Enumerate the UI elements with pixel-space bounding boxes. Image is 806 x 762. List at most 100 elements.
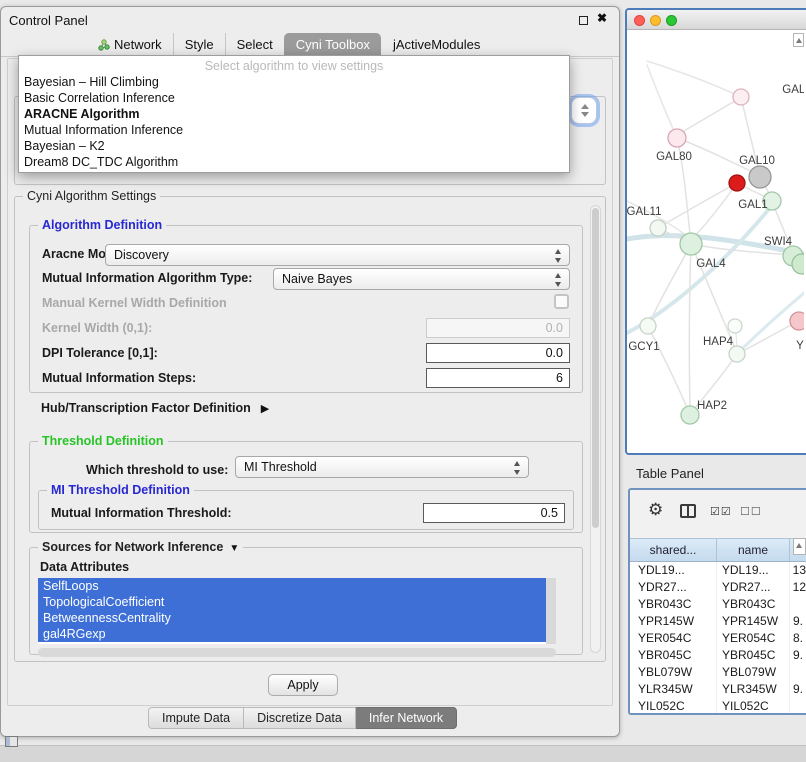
tab-network[interactable]: Network [87, 33, 173, 56]
apply-button[interactable]: Apply [268, 674, 338, 696]
settings-scrollbar[interactable] [590, 205, 601, 653]
minimize-traffic-light[interactable] [650, 15, 661, 26]
dock-panel-icon[interactable] [5, 736, 18, 747]
data-attributes-listbox[interactable]: SelfLoopsTopologicalCoefficientBetweenne… [38, 578, 556, 644]
table-row[interactable]: YER054CYER054C8. [630, 630, 806, 647]
table-cell: YER054C [630, 630, 717, 647]
network-window-titlebar[interactable] [627, 10, 806, 30]
table-row[interactable]: YBL079WYBL079W [630, 664, 806, 681]
network-node[interactable] [733, 89, 749, 105]
mi-threshold-input[interactable] [423, 503, 565, 523]
attribute-selfloops[interactable]: SelfLoops [38, 578, 546, 594]
minimize-icon[interactable] [579, 16, 588, 25]
bottom-tab-impute-data[interactable]: Impute Data [148, 707, 244, 729]
column-chooser-icon[interactable] [680, 504, 696, 518]
dock-panel-icon-bar [6, 737, 10, 746]
attribute-topologicalcoefficient[interactable]: TopologicalCoefficient [38, 594, 546, 610]
table-row[interactable]: YBR043CYBR043C [630, 596, 806, 613]
table-cell: YLR345W [717, 681, 790, 698]
node-label-swi4: SWI4 [764, 236, 793, 248]
network-node[interactable] [728, 319, 742, 333]
node-label-y: Y [796, 340, 804, 352]
algorithm-option-aracne-algorithm[interactable]: ARACNE Algorithm [19, 106, 569, 122]
mi-algorithm-type-select[interactable]: Naive Bayes [273, 268, 570, 290]
sources-title[interactable]: Sources for Network Inference▼ [38, 540, 243, 554]
settings-group-title: Cyni Algorithm Settings [23, 189, 160, 203]
algorithm-option-basic-correlation-inference[interactable]: Basic Correlation Inference [19, 90, 569, 106]
bottom-tab-infer-network[interactable]: Infer Network [356, 707, 457, 729]
tab-jactivemodules[interactable]: jActiveModules [381, 33, 491, 56]
algorithm-option-mutual-information-inference[interactable]: Mutual Information Inference [19, 122, 569, 138]
algorithm-option-bayesian-hill-climbing[interactable]: Bayesian – Hill Climbing [19, 74, 569, 90]
status-bar [0, 745, 806, 762]
network-node-gal80[interactable] [668, 129, 686, 147]
attribute-betweennesscentrality[interactable]: BetweennessCentrality [38, 610, 546, 626]
cyni-algorithm-settings-group: Cyni Algorithm Settings Algorithm Defini… [14, 196, 606, 662]
deselect-all-icon[interactable]: ☐☐ [740, 505, 762, 518]
table-cell: YBR045C [630, 647, 717, 664]
focused-spinner-control[interactable] [571, 97, 597, 124]
tab-cyni-toolbox[interactable]: Cyni Toolbox [284, 33, 381, 56]
table-row[interactable]: YPR145WYPR145W9. [630, 613, 806, 630]
table-row[interactable]: YBR045CYBR045C9. [630, 647, 806, 664]
network-node-gal11[interactable] [650, 220, 666, 236]
network-node-gcy1[interactable] [640, 318, 656, 334]
table-row[interactable]: YDR27...YDR27...12 [630, 579, 806, 596]
table-row[interactable]: YDL19...YDL19...13 [630, 562, 806, 579]
table-cell: 9. [790, 647, 806, 664]
algorithm-option-dream8-dc-tdc-algorithm[interactable]: Dream8 DC_TDC Algorithm [19, 154, 569, 170]
tab-label: Network [114, 37, 162, 52]
gear-icon[interactable]: ⚙ [648, 500, 663, 520]
table-cell: YDR27... [717, 579, 790, 596]
scrollbar-thumb[interactable] [592, 208, 599, 528]
table-cell [790, 698, 806, 713]
attribute-gal4rgexp[interactable]: gal4RGexp [38, 626, 546, 642]
network-canvas[interactable]: GAL80GAL10GAL1GAL11SWI4GAL4GCY1HAP4HAP2G… [627, 31, 804, 453]
table-panel-title: Table Panel [636, 466, 704, 481]
tab-bar: Network StyleSelectCyni ToolboxjActiveMod… [1, 33, 619, 57]
control-panel-titlebar[interactable]: Control Panel ✖ [1, 7, 619, 33]
which-threshold-label: Which threshold to use: [86, 463, 228, 477]
table-cell: YDL19... [630, 562, 717, 579]
tab-select[interactable]: Select [225, 33, 284, 56]
table-cell: YDR27... [630, 579, 717, 596]
network-node[interactable] [729, 175, 745, 191]
table-cell: YPR145W [717, 613, 790, 630]
horizontal-scrollbar[interactable] [38, 648, 556, 657]
algorithm-definition-group: Algorithm Definition Aracne Mode: Discov… [29, 225, 583, 393]
close-traffic-light[interactable] [634, 15, 645, 26]
scroll-up-icon[interactable] [793, 538, 806, 555]
column-header-name[interactable]: name [717, 539, 790, 561]
network-node-gal4[interactable] [680, 233, 702, 255]
table-row[interactable]: YIL052CYIL052C [630, 698, 806, 713]
dpi-tolerance-label: DPI Tolerance [0,1]: [42, 346, 158, 360]
which-threshold-select[interactable]: MI Threshold [235, 456, 529, 478]
network-canvas-area[interactable]: GAL80GAL10GAL1GAL11SWI4GAL4GCY1HAP4HAP2G… [627, 31, 806, 453]
scroll-up-icon[interactable] [793, 33, 804, 47]
manual-kernel-width-checkbox[interactable] [554, 294, 569, 309]
network-node-hap4[interactable] [729, 346, 745, 362]
network-node-gal10[interactable] [749, 166, 771, 188]
algorithm-option-bayesian-k2[interactable]: Bayesian – K2 [19, 138, 569, 154]
table-cell: YPR145W [630, 613, 717, 630]
bottom-tab-discretize-data[interactable]: Discretize Data [244, 707, 356, 729]
kernel-width-input [426, 318, 570, 338]
expanded-arrow-icon[interactable]: ▼ [229, 543, 239, 554]
close-icon[interactable]: ✖ [597, 11, 607, 25]
list-scrollbar[interactable] [546, 578, 556, 644]
mi-algorithm-type-label: Mutual Information Algorithm Type: [42, 271, 252, 285]
network-edge [651, 244, 691, 320]
which-threshold-value: MI Threshold [244, 460, 317, 474]
select-all-icon[interactable]: ☑☑ [710, 505, 732, 518]
tab-style[interactable]: Style [173, 33, 225, 56]
dpi-tolerance-input[interactable] [426, 343, 570, 363]
aracne-mode-select[interactable]: Discovery [105, 244, 570, 266]
collapsed-arrow-icon[interactable]: ▶ [261, 403, 269, 415]
column-header-shared[interactable]: shared... [630, 539, 717, 561]
table-cell: YBL079W [717, 664, 790, 681]
table-row[interactable]: YLR345WYLR345W9. [630, 681, 806, 698]
network-node[interactable] [790, 312, 804, 330]
zoom-traffic-light[interactable] [666, 15, 677, 26]
hub-transcription-factor-section[interactable]: Hub/Transcription Factor Definition▶ [41, 401, 269, 415]
mi-steps-input[interactable] [426, 368, 570, 388]
